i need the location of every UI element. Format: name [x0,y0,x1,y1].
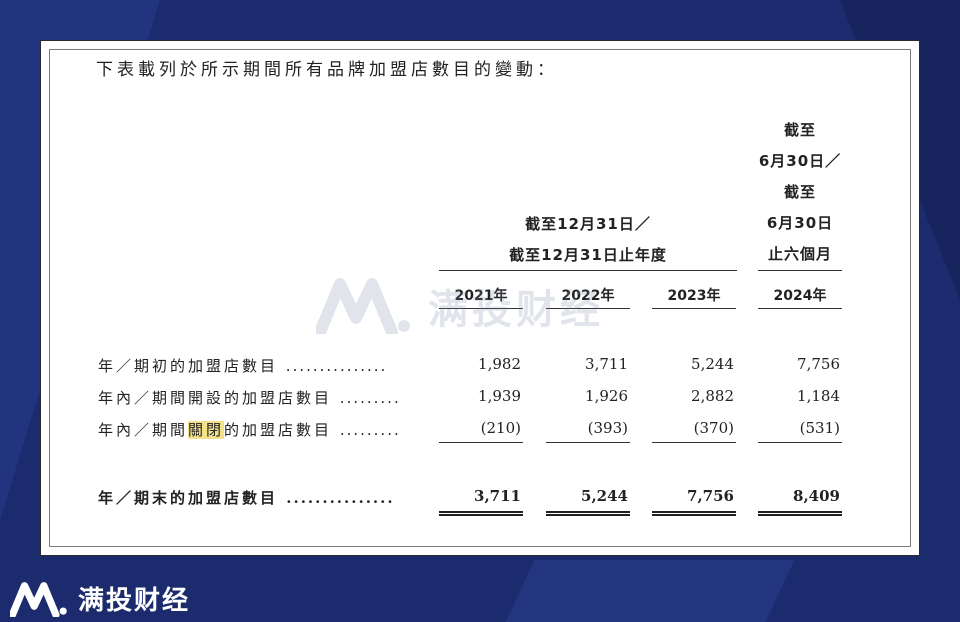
intro-text: 下表載列於所示期間所有品牌加盟店數目的變動： [96,60,558,80]
cell-opening-2021: 1,982 [478,355,521,373]
year-rule-2022 [546,308,630,309]
subtotal-rule-2021 [439,442,523,443]
year-rule-2023 [652,308,736,309]
year-header-2024: 2024年 [773,288,827,304]
subtotal-rule-2024 [758,442,842,443]
cell-closed-2022: (393) [587,419,628,437]
highlighted-text: 關閉 [188,421,225,439]
row-closing-label: 年／期末的加盟店數目 ............... [98,489,395,507]
total-double-rule-2021 [439,511,523,516]
row-opened-label: 年內／期間開設的加盟店數目 ......... [98,389,401,407]
interim-line-1: 截至 [783,121,816,139]
cell-opened-2023: 2,882 [691,387,734,405]
year-header-2022: 2022年 [561,288,615,304]
interim-line-2: 6月30日／ [758,152,842,170]
interim-line-3: 截至 [783,183,816,201]
subtotal-rule-2023 [652,442,736,443]
cell-closing-2023: 7,756 [687,487,734,505]
cell-closing-2021: 3,711 [474,487,521,505]
cell-opening-2023: 5,244 [691,355,734,373]
total-double-rule-2022 [546,511,630,516]
cell-closed-2021: (210) [480,419,521,437]
cell-opened-2022: 1,926 [585,387,628,405]
year-header-2021: 2021年 [454,288,508,304]
interim-line-4: 6月30日 [766,214,834,232]
cell-closing-2022: 5,244 [581,487,628,505]
footer-brand-text: 满投财经 [78,586,191,616]
total-double-rule-2024 [758,511,842,516]
year-rule-2021 [439,308,523,309]
footer-brand: 满投财经 [10,580,190,617]
background-shape-bottom [505,560,795,622]
year-rule-2024 [758,308,842,309]
cell-opening-2024: 7,756 [797,355,840,373]
period-group-line-2: 截至12月31日止年度 [509,246,667,264]
row-opening-label: 年／期初的加盟店數目 ............... [98,357,388,375]
cell-opened-2021: 1,939 [478,387,521,405]
cell-closing-2024: 8,409 [793,487,840,505]
cell-opened-2024: 1,184 [797,387,840,405]
interim-header: 截至 6月30日／ 截至 6月30日 止六個月 [758,115,842,270]
interim-rule [758,270,842,271]
mantou-logo-icon [10,581,67,617]
total-double-rule-2023 [652,511,736,516]
subtotal-rule-2022 [546,442,630,443]
year-header-2023: 2023年 [667,288,721,304]
period-group-header: 截至12月31日／ 截至12月31日止年度 [439,209,737,271]
period-group-line-1: 截至12月31日／ [525,215,651,233]
cell-closed-2023: (370) [693,419,734,437]
document-page: 下表載列於所示期間所有品牌加盟店數目的變動： 截至12月31日／ 截至12月31… [40,40,920,556]
row-closed-label: 年內／期間關閉的加盟店數目 ......... [98,421,401,439]
cell-closed-2024: (531) [799,419,840,437]
interim-line-5: 止六個月 [767,245,832,263]
cell-opening-2022: 3,711 [585,355,628,373]
period-group-rule [439,270,737,271]
